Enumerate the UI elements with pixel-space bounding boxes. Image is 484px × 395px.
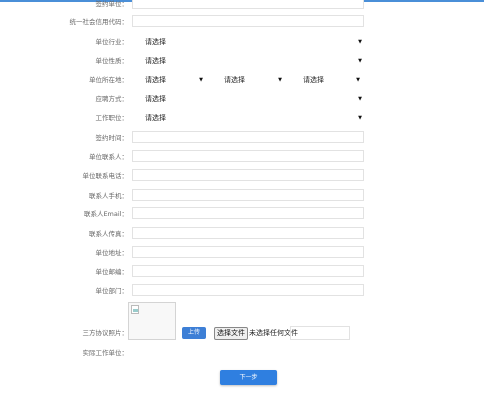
actual-unit-label: 实际工作单位： <box>82 349 129 357</box>
nature-select[interactable]: 请选择 ▼ <box>145 55 362 67</box>
mobile-label: 联系人手机： <box>89 192 128 200</box>
chevron-down-icon: ▼ <box>356 77 360 83</box>
position-label: 工作职位： <box>95 114 129 122</box>
email-label: 联系人Email： <box>83 210 128 218</box>
row-department: 单位部门： <box>0 284 484 298</box>
district-select[interactable]: 请选择 ▼ <box>303 74 360 86</box>
broken-image-icon <box>131 305 139 314</box>
row-position: 工作职位： 请选择 ▼ <box>0 111 484 125</box>
email-input[interactable] <box>132 207 364 219</box>
credit-code-input[interactable] <box>132 15 364 27</box>
department-input[interactable] <box>132 284 364 296</box>
nature-label: 单位性质： <box>95 57 129 65</box>
signing-unit-label: 签约单位： <box>95 0 129 8</box>
agreement-photo-label: 三方协议照片： <box>82 329 129 337</box>
row-postal-code: 单位邮编： <box>0 265 484 279</box>
postal-code-input[interactable] <box>132 265 364 277</box>
position-select-value: 请选择 <box>145 114 166 122</box>
chevron-down-icon: ▼ <box>358 96 362 102</box>
contact-input[interactable] <box>132 150 364 162</box>
row-sign-date: 签约时间： <box>0 131 484 145</box>
address-label: 单位地址： <box>95 249 129 257</box>
city-select-value: 请选择 <box>224 76 245 84</box>
address-input[interactable] <box>132 246 364 258</box>
upload-button[interactable]: 上传 <box>182 327 206 339</box>
row-location: 单位所在地： 请选择 ▼ 请选择 ▼ 请选择 ▼ <box>0 73 484 87</box>
industry-select-value: 请选择 <box>145 38 166 46</box>
sign-date-input[interactable] <box>132 131 364 143</box>
fax-input[interactable] <box>132 227 364 239</box>
row-employment-type: 应聘方式： 请选择 ▼ <box>0 92 484 106</box>
signing-unit-input[interactable] <box>132 0 364 9</box>
chevron-down-icon: ▼ <box>278 77 282 83</box>
row-industry: 单位行业： 请选择 ▼ <box>0 35 484 49</box>
position-select[interactable]: 请选择 ▼ <box>145 112 362 124</box>
next-step-button[interactable]: 下一步 <box>220 370 277 385</box>
chevron-down-icon: ▼ <box>358 58 362 64</box>
row-fax: 联系人传真： <box>0 227 484 241</box>
choose-file-button[interactable]: 选择文件 <box>214 326 248 340</box>
industry-select[interactable]: 请选择 ▼ <box>145 36 362 48</box>
chevron-down-icon: ▼ <box>358 39 362 45</box>
province-select-value: 请选择 <box>145 76 166 84</box>
postal-code-label: 单位邮编： <box>95 268 129 276</box>
row-address: 单位地址： <box>0 246 484 260</box>
file-path-field[interactable] <box>290 326 350 340</box>
industry-label: 单位行业： <box>95 38 129 46</box>
row-actual-unit: 实际工作单位： <box>0 346 484 360</box>
row-nature: 单位性质： 请选择 ▼ <box>0 54 484 68</box>
mobile-input[interactable] <box>132 189 364 201</box>
row-signing-unit: 签约单位： <box>0 0 484 11</box>
department-label: 单位部门： <box>95 287 129 295</box>
phone-label: 单位联系电话： <box>82 172 129 180</box>
district-select-value: 请选择 <box>303 76 324 84</box>
chevron-down-icon: ▼ <box>358 115 362 121</box>
sign-date-label: 签约时间： <box>95 134 129 142</box>
employment-type-select-value: 请选择 <box>145 95 166 103</box>
row-mobile: 联系人手机： <box>0 189 484 203</box>
row-contact: 单位联系人： <box>0 150 484 164</box>
contact-label: 单位联系人： <box>89 153 128 161</box>
nature-select-value: 请选择 <box>145 57 166 65</box>
employment-type-label: 应聘方式： <box>95 95 129 103</box>
row-phone: 单位联系电话： <box>0 169 484 183</box>
location-label: 单位所在地： <box>89 76 128 84</box>
city-select[interactable]: 请选择 ▼ <box>224 74 282 86</box>
credit-code-label: 统一社会信用代码： <box>69 18 129 26</box>
file-chooser: 选择文件 未选择任何文件 <box>214 326 298 340</box>
employment-type-select[interactable]: 请选择 ▼ <box>145 93 362 105</box>
chevron-down-icon: ▼ <box>199 77 203 83</box>
phone-input[interactable] <box>132 169 364 181</box>
row-email: 联系人Email： <box>0 207 484 221</box>
province-select[interactable]: 请选择 ▼ <box>145 74 203 86</box>
fax-label: 联系人传真： <box>89 230 128 238</box>
row-credit-code: 统一社会信用代码： <box>0 15 484 29</box>
